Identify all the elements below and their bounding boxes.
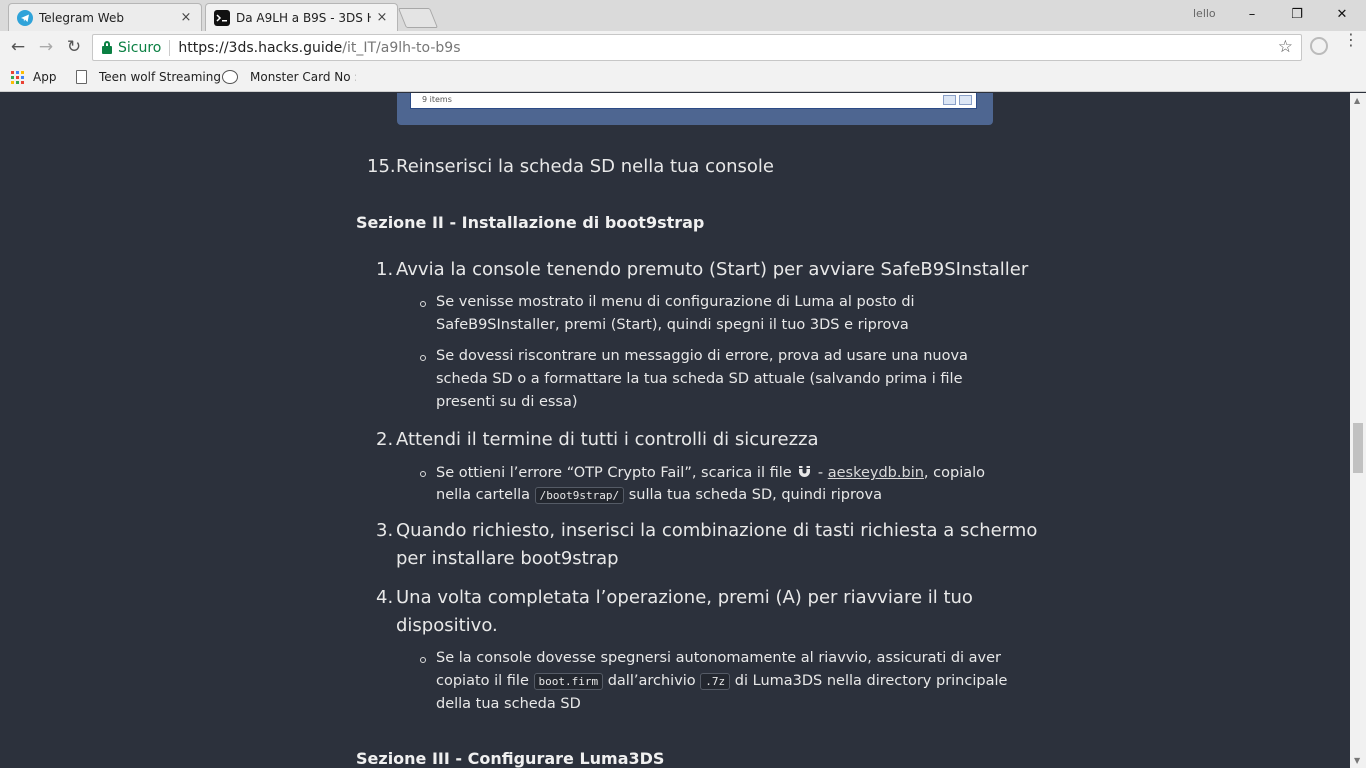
reddit-icon [222,70,238,84]
back-button[interactable]: ← [6,35,30,59]
bookmark-monster-card[interactable]: Monster Card No : D [222,70,356,84]
sub-step-text: SafeB9SInstaller, premi (Start), quindi … [436,317,909,333]
sub-step-text: della tua scheda SD [436,696,581,712]
sub-step-text-part: copiato il file [436,673,529,689]
screenshot-status-bar: 9 items [410,93,977,109]
tab-close-button[interactable]: × [375,10,389,25]
sub-step-text-part: nella cartella [436,487,531,503]
divider [169,39,171,56]
url-path: /it_IT/a9lh-to-b9s [342,39,461,56]
screenshot-item-count: 9 items [422,95,452,104]
code-extension: .7z [700,673,731,690]
step-text: Quando richiesto, inserisci la combinazi… [396,520,1038,541]
view-mode-icons [943,95,972,105]
secure-label: Sicuro [118,39,162,56]
apps-grid-icon [11,70,24,84]
section-heading: Sezione III - Configurare Luma3DS [356,749,665,768]
forward-button[interactable]: → [34,35,58,59]
bookmarks-bar: App Teen wolf Streaming Monster Card No … [0,64,1366,92]
bookmark-label: App [33,70,57,84]
sub-step-text: Se ottieni l’errore “OTP Crypto Fail”, s… [436,464,985,481]
tab-title: Telegram Web [39,10,124,25]
sub-step-text-part: dall’archivio [607,673,696,689]
terminal-icon [214,9,230,26]
step-number: 1. [376,259,394,280]
sub-step-text: scheda SD o a formattare la tua scheda S… [436,371,963,387]
extension-icon[interactable] [1310,37,1328,55]
step-number: 3. [376,520,394,541]
bookmark-label: Teen wolf Streaming [99,70,221,84]
address-bar[interactable]: Sicuro https://3ds.hacks.guide /it_IT/a9… [92,34,1302,61]
magnet-icon [798,465,811,478]
scroll-up-icon[interactable]: ▲ [1354,96,1360,105]
code-path: /boot9strap/ [534,487,625,504]
scroll-down-icon[interactable]: ▼ [1354,756,1360,765]
sub-step-text-part: sulla tua scheda SD, quindi riprova [628,487,882,503]
bookmark-star-icon[interactable]: ☆ [1278,37,1293,57]
section-heading: Sezione II - Installazione di boot9strap [356,213,705,232]
page-content: 9 items 15. Reinserisci la scheda SD nel… [0,93,1350,768]
bookmark-teen-wolf[interactable]: Teen wolf Streaming [76,70,221,84]
restore-button[interactable]: ❐ [1275,2,1319,26]
bullet-icon [420,471,426,477]
sub-step-text: Se venisse mostrato il menu di configura… [436,294,915,310]
step-text: Reinserisci la scheda SD nella tua conso… [396,156,774,177]
step-text: per installare boot9strap [396,548,619,569]
sub-step-text-part: Se ottieni l’errore “OTP Crypto Fail”, s… [436,465,792,481]
sub-step-text-part: - [817,465,824,481]
telegram-icon [17,9,33,26]
bullet-icon [420,657,426,663]
tab-close-button[interactable]: × [179,10,193,25]
sub-step-text: Se dovessi riscontrare un messaggio di e… [436,348,968,364]
code-filename: boot.firm [533,673,604,690]
page-scrollbar[interactable]: ▲ ▼ [1350,93,1366,768]
page-icon [76,70,87,84]
step-text: Attendi il termine di tutti i controlli … [396,429,819,450]
tab-3ds-guide[interactable]: Da A9LH a B9S - 3DS Hac × [205,3,398,31]
sub-step-text: copiato il file boot.firm dall’archivio … [436,673,1008,690]
sub-step-text: nella cartella /boot9strap/ sulla tua sc… [436,487,882,504]
tab-title: Da A9LH a B9S - 3DS Hac [236,10,371,25]
tab-telegram[interactable]: Telegram Web × [8,3,202,31]
browser-toolbar: ← → ↻ Sicuro https://3ds.hacks.guide /it… [0,31,1366,64]
sub-step-text-part: di Luma3DS nella directory principale [734,673,1008,689]
new-tab-button[interactable] [397,8,439,28]
tab-strip: Telegram Web × Da A9LH a B9S - 3DS Hac ×… [0,0,1366,31]
step-text: Avvia la console tenendo premuto (Start)… [396,259,1029,280]
step-number: 4. [376,587,394,608]
bookmark-apps[interactable]: App [11,70,56,84]
sub-step-text-part: , copialo [923,465,986,481]
embedded-screenshot: 9 items [397,93,993,125]
aeskeydb-download-link[interactable]: aeskeydb.bin [828,465,924,481]
menu-icon[interactable]: ⋮ [1343,32,1359,48]
bookmark-label: Monster Card No : D [250,70,356,84]
reload-button[interactable]: ↻ [62,35,86,59]
bullet-icon [420,355,426,361]
step-text: Una volta completata l’operazione, premi… [396,587,973,608]
step-number: 2. [376,429,394,450]
step-text: dispositivo. [396,615,498,636]
scrollbar-thumb[interactable] [1353,423,1363,473]
bullet-icon [420,301,426,307]
sub-step-text: Se la console dovesse spegnersi autonoma… [436,650,1002,666]
step-number: 15. [367,156,396,177]
minimize-button[interactable]: – [1230,2,1274,26]
lock-icon [102,41,112,54]
url-host: https://3ds.hacks.guide [178,39,343,56]
close-window-button[interactable]: ✕ [1320,2,1364,26]
sub-step-text: presenti su di essa) [436,394,578,410]
profile-name[interactable]: lello [1193,7,1216,20]
